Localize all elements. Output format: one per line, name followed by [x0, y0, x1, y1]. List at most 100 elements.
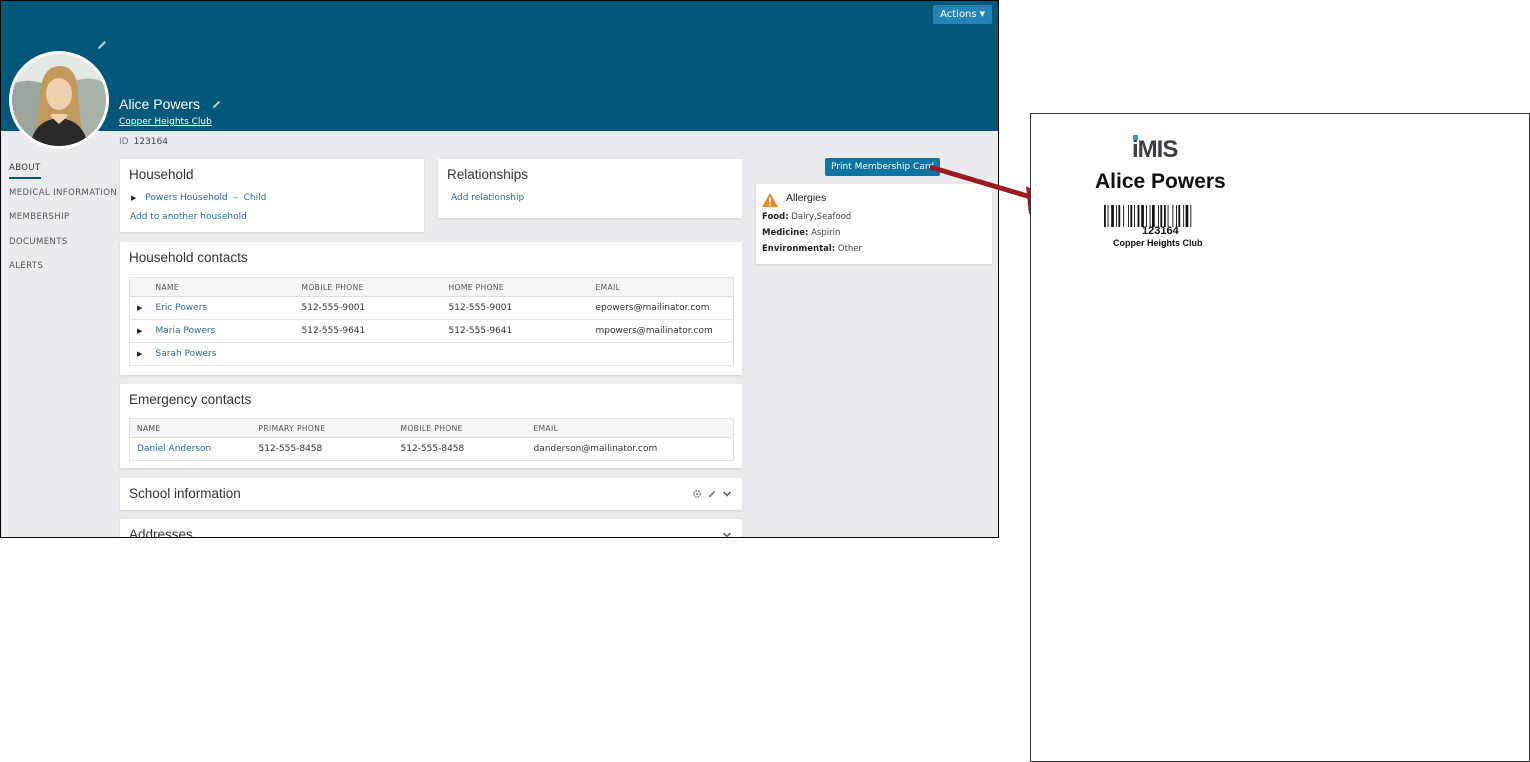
school-information-title: School information	[129, 486, 241, 501]
nav-label: MEDICAL INFORMATION	[9, 187, 118, 198]
expand-cell: ▶	[129, 296, 156, 320]
environmental-label: Environmental:	[762, 244, 836, 254]
profile-name: Alice Powers	[119, 96, 200, 112]
food-value: Dairy,Seafood	[791, 212, 852, 222]
barcode-bar	[1164, 205, 1166, 227]
profile-banner: Actions ▼ Alice Powers Copper Heights Clu…	[1, 1, 998, 131]
table-row: ▶ Sarah Powers	[129, 342, 734, 366]
barcode-bar	[1167, 205, 1169, 227]
photo-edit-pencil-icon[interactable]	[96, 39, 108, 51]
column-header: NAME	[155, 277, 302, 297]
table-cell	[595, 342, 734, 366]
barcode-bar	[1146, 205, 1147, 227]
barcode-bar	[1149, 205, 1151, 227]
card-member-name: Alice Powers	[1095, 170, 1226, 193]
food-label: Food:	[762, 212, 789, 222]
household-entry-link[interactable]: Powers Household – Child	[145, 193, 266, 203]
column-header: NAME	[129, 418, 259, 438]
nav-item-medical-information[interactable]: MEDICAL INFORMATION	[9, 186, 117, 211]
table-cell: 512-555-9641	[448, 319, 596, 343]
barcode-bar	[1178, 205, 1181, 227]
food-allergy: Food: Dairy,Seafood	[762, 212, 851, 222]
emergency-contacts-table: NAME PRIMARY PHONE MOBILE PHONE EMAIL Da…	[129, 418, 734, 461]
contact-name-link[interactable]: Eric Powers	[156, 303, 208, 313]
medicine-value: Aspirin	[811, 228, 841, 238]
contact-name-link[interactable]: Maria Powers	[156, 326, 216, 336]
left-nav: ABOUT MEDICAL INFORMATION MEMBERSHIP DOC…	[9, 161, 117, 284]
contact-name-link[interactable]: Sarah Powers	[156, 349, 217, 359]
avatar[interactable]	[9, 51, 109, 149]
actions-label: Actions	[940, 9, 977, 20]
table-cell: 512-555-9001	[301, 296, 449, 320]
expand-cell: ▶	[129, 319, 156, 343]
nav-label: ALERTS	[9, 261, 44, 272]
emergency-contacts-title: Emergency contacts	[129, 392, 252, 407]
environmental-allergy: Environmental: Other	[762, 244, 862, 254]
contact-name-link[interactable]: Daniel Anderson	[137, 444, 211, 454]
gear-icon[interactable]	[692, 489, 702, 499]
addresses-panel: Addresses	[120, 519, 742, 538]
expand-triangle-icon[interactable]: ▶	[137, 327, 142, 335]
expand-triangle-icon[interactable]: ▶	[131, 194, 136, 202]
logo-dot	[1133, 135, 1138, 140]
barcode-bar	[1118, 205, 1121, 227]
household-name: Powers Household	[145, 193, 228, 203]
imis-logo: iMIS	[1132, 135, 1178, 164]
barcode-bar	[1123, 205, 1125, 227]
allergies-title: Allergies	[786, 192, 827, 204]
contact-name-cell: Eric Powers	[155, 296, 302, 320]
school-information-panel: School information	[120, 478, 742, 510]
table-cell	[448, 342, 596, 366]
chevron-down-icon[interactable]	[722, 489, 732, 499]
card-club-name: Copper Heights Club	[1113, 238, 1203, 248]
medicine-label: Medicine:	[762, 228, 809, 238]
warning-icon	[762, 193, 778, 207]
add-relationship-link[interactable]: Add relationship	[451, 193, 524, 203]
nav-item-alerts[interactable]: ALERTS	[9, 259, 117, 284]
nav-item-membership[interactable]: MEMBERSHIP	[9, 210, 117, 235]
contact-name-cell: Sarah Powers	[155, 342, 302, 366]
household-separator: –	[233, 193, 238, 203]
club-link[interactable]: Copper Heights Club	[119, 117, 212, 127]
table-header-row: NAME MOBILE PHONE HOME PHONE EMAIL	[129, 277, 734, 297]
logo-text: iMIS	[1132, 136, 1178, 163]
barcode-bar	[1160, 205, 1163, 227]
environmental-value: Other	[837, 244, 863, 254]
membership-card-preview: iMIS Alice Powers 123164 Copper Heights …	[1030, 113, 1530, 762]
barcode-bar	[1134, 205, 1135, 227]
table-row: ▶ Maria Powers 512-555-9641 512-555-9641…	[129, 319, 734, 343]
pencil-icon[interactable]	[707, 489, 717, 499]
nav-item-about[interactable]: ABOUT	[9, 161, 117, 186]
nav-label: ABOUT	[9, 161, 41, 179]
actions-button[interactable]: Actions ▼	[933, 5, 992, 24]
member-id: ID 123164	[119, 137, 168, 147]
nav-label: DOCUMENTS	[9, 236, 68, 247]
caret-down-icon: ▼	[979, 10, 985, 18]
chevron-down-icon[interactable]	[722, 530, 732, 538]
household-title: Household	[129, 167, 194, 182]
column-header: EMAIL	[595, 277, 734, 297]
household-role: Child	[243, 193, 267, 203]
household-contacts-title: Household contacts	[129, 250, 248, 265]
barcode-bar	[1158, 205, 1159, 227]
table-cell: mpowers@mailinator.com	[595, 319, 734, 343]
barcode-bar	[1104, 205, 1106, 227]
add-to-household-link[interactable]: Add to another household	[130, 212, 247, 222]
table-cell: 512-555-8458	[258, 437, 401, 461]
expand-triangle-icon[interactable]: ▶	[137, 350, 142, 358]
name-edit-pencil-icon[interactable]	[211, 99, 222, 110]
table-cell: danderson@mailinator.com	[533, 437, 734, 461]
contact-name-cell: Maria Powers	[155, 319, 302, 343]
nav-item-documents[interactable]: DOCUMENTS	[9, 235, 117, 260]
table-cell: 512-555-9001	[448, 296, 596, 320]
table-cell: 512-555-8458	[400, 437, 534, 461]
relationships-title: Relationships	[447, 167, 529, 182]
barcode-bar	[1190, 205, 1192, 227]
barcode-bar	[1176, 205, 1177, 227]
expand-cell: ▶	[129, 342, 156, 366]
expand-triangle-icon[interactable]: ▶	[137, 304, 142, 312]
barcode-bar	[1128, 205, 1129, 227]
barcode	[1104, 205, 1192, 227]
print-membership-card-button[interactable]: Print Membership Card	[825, 158, 941, 176]
column-header: HOME PHONE	[448, 277, 596, 297]
